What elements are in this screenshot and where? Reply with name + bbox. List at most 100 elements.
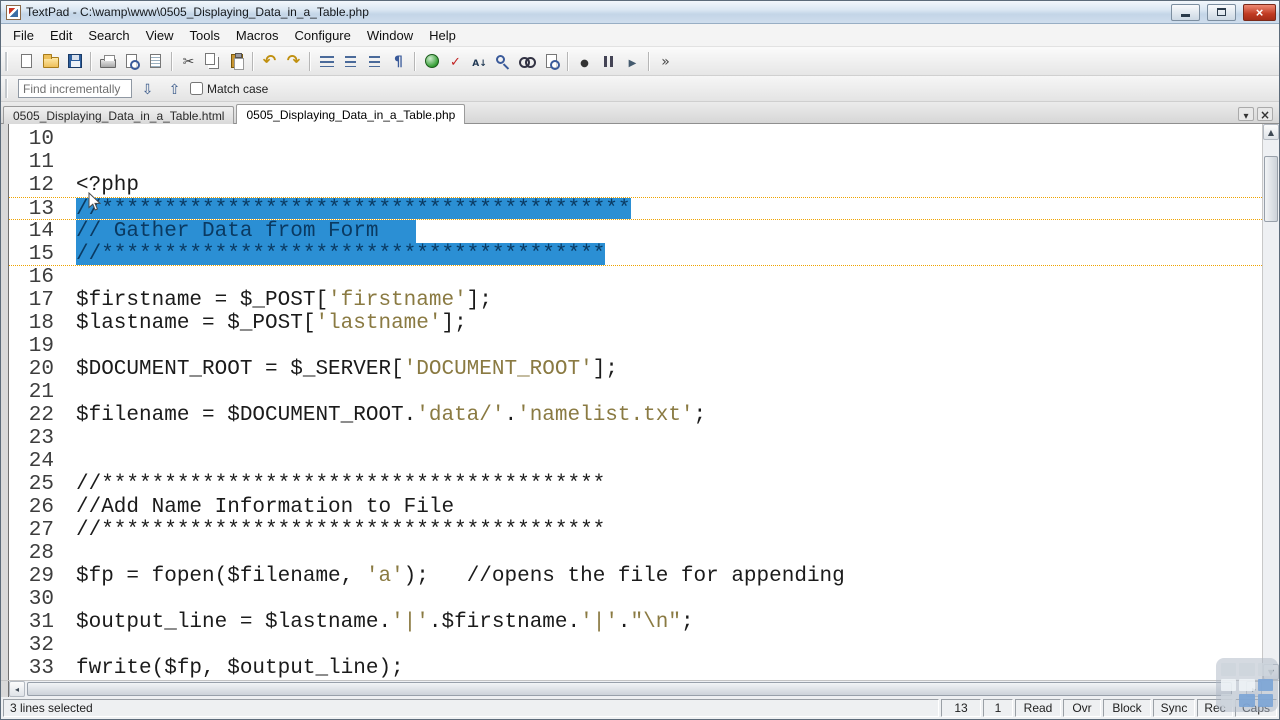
menu-tools[interactable]: Tools — [182, 26, 228, 45]
code-text: //**************************************… — [76, 243, 606, 266]
document-properties-icon[interactable] — [144, 50, 167, 73]
menu-file[interactable]: File — [5, 26, 42, 45]
textpad-app-icon[interactable] — [6, 4, 21, 20]
line-number: 18 — [28, 312, 54, 335]
vertical-scroll-thumb[interactable] — [1264, 156, 1278, 222]
save-file-icon[interactable] — [63, 50, 86, 73]
scroll-left-button[interactable]: ◂ — [9, 681, 25, 697]
code-line-30[interactable]: 30 — [9, 588, 1262, 611]
pause-macro-icon[interactable] — [597, 50, 620, 73]
menu-macros[interactable]: Macros — [228, 26, 287, 45]
tab-php-document[interactable]: 0505_Displaying_Data_in_a_Table.php — [236, 104, 466, 124]
match-case-checkbox[interactable] — [190, 82, 203, 95]
reformat-icon[interactable] — [315, 50, 338, 73]
code-line-20[interactable]: 20 $DOCUMENT_ROOT = $_SERVER['DOCUMENT_RO… — [9, 358, 1262, 381]
code-line-12[interactable]: 12 <?php — [9, 174, 1262, 197]
line-number: 32 — [28, 634, 54, 657]
tab-list-dropdown-button[interactable] — [1238, 107, 1254, 121]
code-line-27[interactable]: 27 //************************************… — [9, 519, 1262, 542]
editor-corner-pad — [1, 681, 9, 697]
find-icon[interactable] — [492, 50, 515, 73]
status-block[interactable]: Block — [1103, 699, 1151, 717]
find-incrementally-input[interactable] — [18, 79, 132, 98]
code-line-25[interactable]: 25 //************************************… — [9, 473, 1262, 496]
code-line-24[interactable]: 24 — [9, 450, 1262, 473]
code-line-29[interactable]: 29 $fp = fopen($filename, 'a'); //opens t… — [9, 565, 1262, 588]
paste-icon[interactable] — [225, 50, 248, 73]
find-previous-button[interactable] — [163, 77, 186, 100]
scroll-up-button[interactable]: ▲ — [1263, 124, 1279, 140]
tab-html-document[interactable]: 0505_Displaying_Data_in_a_Table.html — [3, 106, 235, 124]
code-line-32[interactable]: 32 — [9, 634, 1262, 657]
close-button[interactable]: × — [1243, 3, 1276, 21]
menu-search[interactable]: Search — [80, 26, 137, 45]
floppy-disk-icon — [67, 54, 82, 68]
code-line-23[interactable]: 23 — [9, 427, 1262, 450]
maximize-button[interactable] — [1207, 3, 1236, 21]
status-read[interactable]: Read — [1015, 699, 1061, 717]
indent-icon[interactable] — [339, 50, 362, 73]
code-line-21[interactable]: 21 — [9, 381, 1262, 404]
page-magnifier-icon — [126, 54, 140, 70]
code-line-11[interactable]: 11 — [9, 151, 1262, 174]
maximize-icon — [1217, 8, 1226, 16]
sort-icon[interactable] — [468, 50, 491, 73]
show-formatting-icon[interactable] — [387, 50, 410, 73]
menu-configure[interactable]: Configure — [287, 26, 359, 45]
new-document-icon[interactable] — [15, 50, 38, 73]
chevron-down-icon — [1243, 106, 1248, 122]
record-macro-icon[interactable] — [573, 50, 596, 73]
code-line-13[interactable]: 13 //************************************… — [9, 197, 1262, 221]
view-file-icon[interactable] — [516, 50, 539, 73]
watermark-cell — [1221, 678, 1237, 692]
code-line-28[interactable]: 28 — [9, 542, 1262, 565]
toolbar-grip[interactable] — [5, 51, 10, 71]
code-text: fwrite($fp, $output_line); — [76, 657, 404, 680]
horizontal-scroll-track[interactable] — [25, 681, 1246, 697]
menu-window[interactable]: Window — [359, 26, 421, 45]
copy-icon[interactable] — [201, 50, 224, 73]
vertical-scroll-track[interactable] — [1263, 140, 1279, 664]
status-column: 1 — [983, 699, 1013, 717]
line-number: 23 — [28, 427, 54, 450]
toolbar-options-icon[interactable] — [654, 50, 677, 73]
toolbar-separator — [567, 51, 569, 71]
code-line-33[interactable]: 33 fwrite($fp, $output_line); — [9, 657, 1262, 680]
clipboard-icon — [230, 53, 244, 70]
undo-icon[interactable] — [258, 50, 281, 73]
code-line-18[interactable]: 18 $lastname = $_POST['lastname']; — [9, 312, 1262, 335]
code-line-17[interactable]: 17 $firstname = $_POST['firstname']; — [9, 289, 1262, 312]
code-line-14[interactable]: 14 // Gather Data from Form — [9, 220, 1262, 243]
spell-check-icon[interactable] — [444, 50, 467, 73]
cut-icon[interactable] — [177, 50, 200, 73]
line-number: 30 — [28, 588, 54, 611]
findbar-grip[interactable] — [5, 79, 10, 98]
menu-edit[interactable]: Edit — [42, 26, 80, 45]
code-line-22[interactable]: 22 $filename = $DOCUMENT_ROOT.'data/'.'na… — [9, 404, 1262, 427]
vertical-scrollbar[interactable]: ▲ ▼ — [1262, 124, 1279, 680]
find-next-button[interactable] — [136, 77, 159, 100]
code-line-26[interactable]: 26 //Add Name Information to File — [9, 496, 1262, 519]
menu-help[interactable]: Help — [421, 26, 464, 45]
print-preview-icon[interactable] — [120, 50, 143, 73]
status-sync[interactable]: Sync — [1153, 699, 1195, 717]
open-file-icon[interactable] — [39, 50, 62, 73]
menu-view[interactable]: View — [138, 26, 182, 45]
redo-icon[interactable] — [282, 50, 305, 73]
print-icon[interactable] — [96, 50, 119, 73]
code-line-19[interactable]: 19 — [9, 335, 1262, 358]
horizontal-scroll-thumb[interactable] — [27, 682, 1232, 696]
status-overtype[interactable]: Ovr — [1063, 699, 1101, 717]
code-line-16[interactable]: 16 — [9, 266, 1262, 289]
code-editor[interactable]: 10 11 12 <?php 13 //*************************… — [9, 124, 1262, 680]
code-line-15[interactable]: 15 //************************************… — [9, 243, 1262, 266]
play-macro-icon[interactable] — [621, 50, 644, 73]
code-line-10[interactable]: 10 — [9, 128, 1262, 151]
line-number: 13 — [28, 198, 54, 221]
unindent-icon[interactable] — [363, 50, 386, 73]
tab-close-button[interactable] — [1257, 107, 1273, 121]
find-in-files-icon[interactable] — [540, 50, 563, 73]
code-line-31[interactable]: 31 $output_line = $lastname.'|'.$firstnam… — [9, 611, 1262, 634]
view-in-web-browser-icon[interactable] — [420, 50, 443, 73]
minimize-button[interactable] — [1171, 3, 1200, 21]
